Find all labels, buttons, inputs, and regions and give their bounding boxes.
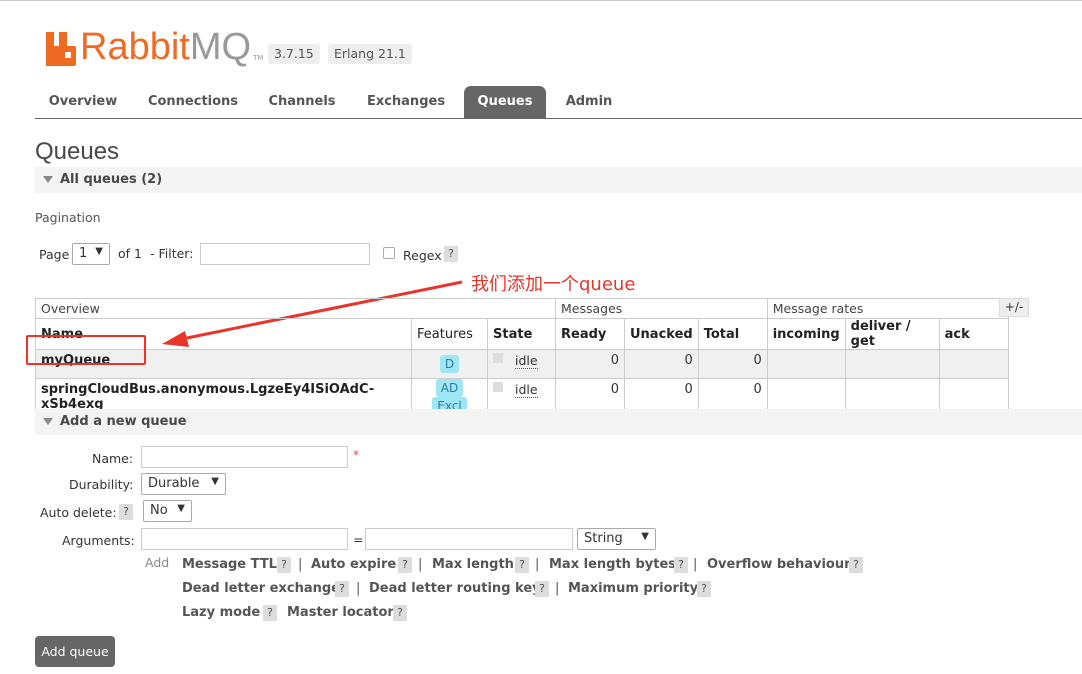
deliver-get-rate: [844, 349, 940, 379]
dropdown-arrow-icon: ▼: [641, 531, 649, 542]
master-locator-help-icon[interactable]: ?: [393, 605, 407, 621]
separator: |: [555, 581, 560, 596]
argument-key-input[interactable]: [141, 528, 348, 550]
collapse-triangle-icon: [43, 418, 53, 425]
feature-badge[interactable]: D: [439, 355, 460, 373]
option-maximum-priority[interactable]: Maximum priority: [568, 581, 698, 596]
overflow-help-icon[interactable]: ?: [849, 557, 863, 573]
col-ack[interactable]: ack: [938, 318, 1009, 350]
state-indicator-icon: [493, 382, 503, 392]
add-argument-label: Add: [145, 555, 170, 570]
state-text[interactable]: idle: [515, 353, 538, 369]
dropdown-arrow-icon: ▼: [211, 476, 219, 487]
incoming-rate: [766, 349, 846, 379]
queue-name-input[interactable]: [141, 446, 348, 468]
name-label: Name:: [92, 451, 134, 466]
add-queue-section-toggle[interactable]: Add a new queue: [35, 409, 1082, 435]
lazy-mode-help-icon[interactable]: ?: [263, 605, 277, 621]
auto-delete-help-icon[interactable]: ?: [119, 504, 133, 520]
arguments-label: Arguments:: [62, 533, 135, 548]
group-overview: Overview: [35, 298, 556, 319]
feature-badge[interactable]: AD: [435, 379, 464, 397]
equals-sign: =: [353, 532, 364, 547]
col-features: Features: [411, 318, 488, 350]
argument-value-input[interactable]: [365, 528, 573, 550]
option-message-ttl[interactable]: Message TTL: [182, 557, 277, 572]
state-indicator-icon: [493, 353, 503, 363]
separator: |: [356, 581, 361, 596]
option-auto-expire[interactable]: Auto expire: [311, 557, 396, 572]
col-state[interactable]: State: [487, 318, 556, 350]
option-master-locator[interactable]: Master locator: [287, 605, 394, 620]
option-lazy-mode[interactable]: Lazy mode: [182, 605, 260, 620]
separator: |: [418, 557, 423, 572]
col-deliver-get[interactable]: deliver / get: [844, 318, 940, 350]
dead-letter-exchange-help-icon[interactable]: ?: [335, 581, 349, 597]
option-max-length-bytes[interactable]: Max length bytes: [549, 557, 676, 572]
maximum-priority-help-icon[interactable]: ?: [697, 581, 711, 597]
argument-type-select[interactable]: String ▼: [577, 528, 656, 550]
dropdown-arrow-icon: ▼: [177, 503, 185, 514]
ready-count: 0: [555, 349, 625, 379]
col-unacked[interactable]: Unacked: [624, 318, 699, 350]
ack-rate: [938, 349, 1009, 379]
option-max-length[interactable]: Max length: [432, 557, 514, 572]
queues-table: Overview Messages Message rates Name Fea…: [35, 298, 1009, 416]
max-length-help-icon[interactable]: ?: [515, 557, 529, 573]
separator: |: [535, 557, 540, 572]
separator: |: [298, 557, 303, 572]
auto-delete-select[interactable]: No ▼: [143, 500, 192, 522]
col-incoming[interactable]: incoming: [766, 318, 846, 350]
column-toggle-button[interactable]: +/-: [999, 298, 1029, 317]
dead-letter-routing-key-help-icon[interactable]: ?: [535, 581, 549, 597]
max-length-bytes-help-icon[interactable]: ?: [674, 557, 688, 573]
unacked-count: 0: [624, 349, 699, 379]
durability-select[interactable]: Durable ▼: [141, 473, 226, 495]
group-messages: Messages: [555, 298, 768, 319]
option-dead-letter-exchange[interactable]: Dead letter exchange: [182, 581, 340, 596]
annotation-highlight-box: [26, 335, 146, 365]
option-overflow-behaviour[interactable]: Overflow behaviour: [707, 557, 851, 572]
add-queue-button[interactable]: Add queue: [35, 636, 115, 667]
group-message-rates: Message rates: [766, 298, 1009, 319]
option-dead-letter-routing-key[interactable]: Dead letter routing key: [369, 581, 541, 596]
table-row[interactable]: myQueue D idle 0 0 0: [35, 349, 1009, 379]
auto-expire-help-icon[interactable]: ?: [398, 557, 412, 573]
col-ready[interactable]: Ready: [555, 318, 625, 350]
col-total[interactable]: Total: [697, 318, 768, 350]
required-marker: *: [353, 448, 359, 462]
add-queue-section-label: Add a new queue: [60, 414, 187, 429]
separator: |: [693, 557, 698, 572]
total-count: 0: [697, 349, 768, 379]
message-ttl-help-icon[interactable]: ?: [277, 557, 291, 573]
state-text[interactable]: idle: [515, 382, 538, 398]
durability-label: Durability:: [69, 477, 134, 492]
auto-delete-label: Auto delete:: [40, 505, 117, 520]
